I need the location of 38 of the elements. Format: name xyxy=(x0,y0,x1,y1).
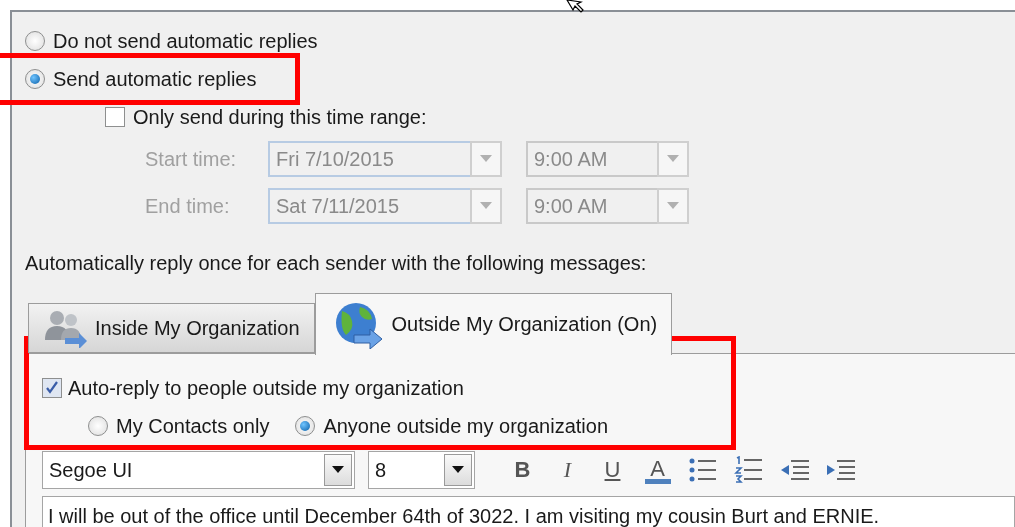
format-button[interactable]: U xyxy=(590,451,635,489)
size-dropdown[interactable]: 8 xyxy=(368,451,475,489)
checkbox[interactable] xyxy=(105,107,125,127)
radio-button[interactable] xyxy=(295,416,316,436)
increase-indent-icon[interactable] xyxy=(825,458,857,482)
format-button[interactable]: B xyxy=(500,451,545,489)
dropdown-arrow-icon xyxy=(667,155,679,163)
option-label: Only send during this time range: xyxy=(133,105,427,129)
bullet-list-icon[interactable] xyxy=(688,457,718,483)
radio-button[interactable] xyxy=(88,416,108,436)
time-label: Start time: xyxy=(145,147,238,171)
tab[interactable]: Inside My Organization xyxy=(28,303,315,353)
decrease-indent-icon[interactable] xyxy=(779,458,811,482)
radio-button[interactable] xyxy=(25,69,45,89)
option-label: Auto-reply to people outside my organization xyxy=(68,376,464,400)
option-label: Do not send automatic replies xyxy=(53,29,318,53)
instruction-text: Automatically reply once for each sender with the following messages: xyxy=(25,251,647,275)
dropdown-arrow-icon xyxy=(480,202,492,210)
dropdown-arrow-icon xyxy=(667,202,679,210)
dropdown-button[interactable] xyxy=(657,141,689,177)
dropdown-arrow-icon xyxy=(480,155,492,163)
numbered-list-icon[interactable] xyxy=(734,456,764,484)
font-dropdown[interactable]: Segoe UI xyxy=(42,451,355,489)
dropdown-arrow-icon xyxy=(452,466,464,474)
format-button[interactable]: I xyxy=(545,451,590,489)
option-label: Anyone outside my organization xyxy=(323,414,608,438)
dropdown-button[interactable] xyxy=(657,188,689,224)
radio-button[interactable] xyxy=(25,31,45,51)
tab[interactable]: Outside My Organization (On) xyxy=(314,293,673,355)
format-button[interactable]: A xyxy=(635,451,680,489)
checkbox[interactable] xyxy=(42,378,62,398)
time-label: End time: xyxy=(145,194,231,218)
option-label: My Contacts only xyxy=(116,414,270,438)
dropdown-arrow-icon xyxy=(332,466,344,474)
dropdown-button[interactable] xyxy=(470,141,502,177)
message-body[interactable]: I will be out of the office until December 64th of 3022. I am visiting my cousin Burt and ERNIE. xyxy=(42,496,1015,527)
dropdown-button[interactable] xyxy=(470,188,502,224)
option-label: Send automatic replies xyxy=(53,67,257,91)
